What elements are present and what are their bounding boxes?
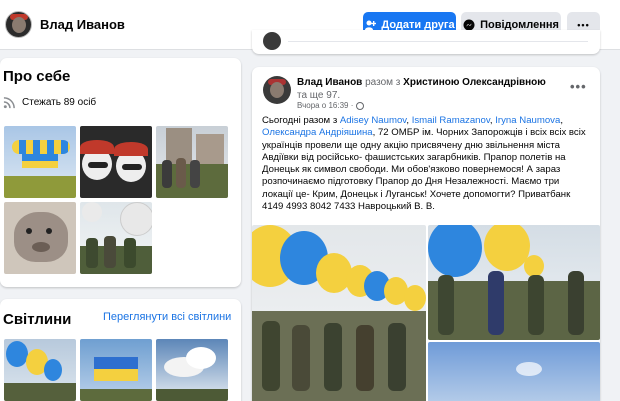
- tagged-user[interactable]: Ismail Ramazanov: [412, 115, 490, 126]
- featured-photo-2[interactable]: [80, 126, 152, 198]
- featured-photo-4[interactable]: [4, 202, 76, 274]
- photo-thumb-2[interactable]: [80, 339, 152, 401]
- post-with-word: разом з: [362, 77, 404, 88]
- post-card: Влад Иванов разом з Христиною Олександрі…: [252, 67, 600, 401]
- post-with-name[interactable]: Христиною Олександрівною: [403, 77, 546, 88]
- featured-photo-5[interactable]: [80, 202, 152, 274]
- tagged-user[interactable]: Iryna Naumova: [495, 115, 560, 126]
- post-and-more[interactable]: та ще 97.: [297, 90, 340, 101]
- post-text: Сьогодні разом з Adisey Naumov, Ismail R…: [262, 115, 586, 213]
- tagged-user[interactable]: Олександра Андріяшина: [262, 127, 373, 138]
- about-title: Про себе: [3, 68, 71, 85]
- about-card: Про себе Стежать 89 осіб: [0, 58, 241, 287]
- post-timestamp[interactable]: Вчора о 16:39 ·: [297, 101, 365, 110]
- post-author[interactable]: Влад Иванов: [297, 77, 362, 88]
- post-text-intro: Сьогодні разом з: [262, 115, 340, 126]
- profile-name[interactable]: Влад Иванов: [40, 17, 125, 32]
- globe-icon: [356, 101, 365, 110]
- followers-row: Стежать 89 осіб: [3, 96, 96, 109]
- more-options-icon: •••: [577, 20, 590, 30]
- post-photo-3[interactable]: [428, 342, 600, 401]
- post-text-body: , 72 ОМБР ім. Чорних Запорожців і всіх в…: [262, 127, 586, 213]
- photo-thumb-1[interactable]: [4, 339, 76, 401]
- post-options-button[interactable]: •••: [570, 79, 587, 94]
- featured-photo-3[interactable]: [156, 126, 228, 198]
- see-all-photos-link[interactable]: Переглянути всі світлини: [103, 311, 231, 323]
- post-time-text: Вчора о 16:39 ·: [297, 101, 354, 110]
- featured-photo-1[interactable]: [4, 126, 76, 198]
- previous-post-edge: [252, 30, 600, 54]
- post-header: Влад Иванов разом з Христиною Олександрі…: [297, 76, 557, 102]
- avatar[interactable]: [5, 11, 32, 38]
- followers-count: Стежать 89 осіб: [22, 97, 97, 108]
- post-author-avatar[interactable]: [263, 76, 291, 104]
- photo-thumb-3[interactable]: [156, 339, 228, 401]
- post-photo-1[interactable]: [252, 225, 426, 401]
- photos-card: Світлини Переглянути всі світлини: [0, 299, 241, 401]
- tagged-user[interactable]: Adisey Naumov: [340, 115, 406, 126]
- photos-title: Світлини: [3, 311, 72, 328]
- post-photo-2[interactable]: [428, 225, 600, 340]
- rss-icon: [3, 97, 15, 109]
